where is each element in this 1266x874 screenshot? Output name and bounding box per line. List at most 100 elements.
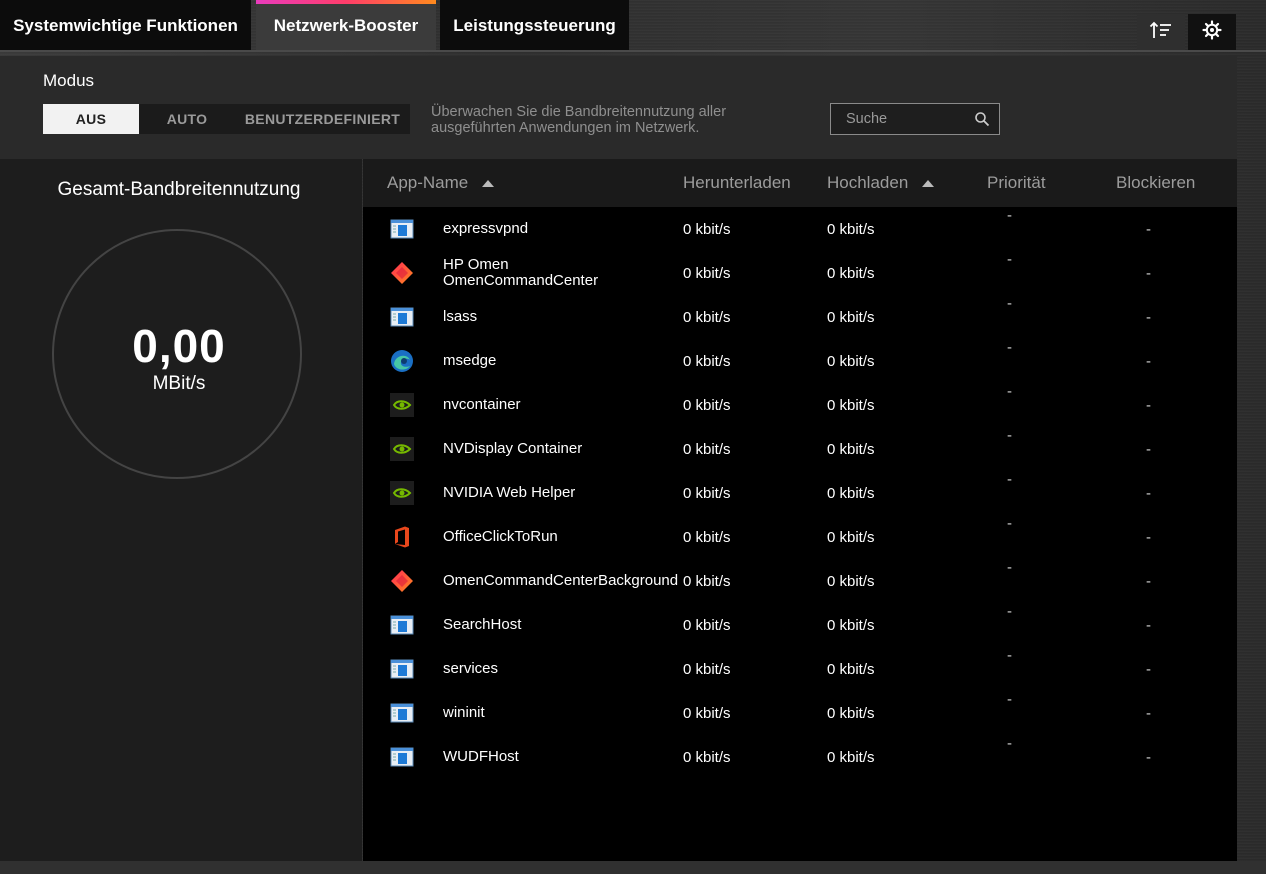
table-row[interactable]: expressvpnd 0 kbit/s 0 kbit/s - -	[363, 207, 1237, 251]
upload-cell: 0 kbit/s	[827, 397, 875, 414]
table-row[interactable]: SearchHost 0 kbit/s 0 kbit/s - -	[363, 603, 1237, 647]
block-cell[interactable]: -	[1146, 441, 1151, 458]
block-cell[interactable]: -	[1146, 661, 1151, 678]
block-cell[interactable]: -	[1146, 705, 1151, 722]
app-name-cell: msedge	[443, 352, 497, 369]
sort-button[interactable]	[1137, 14, 1185, 50]
generic-app-icon	[390, 613, 414, 637]
column-header-label: Blockieren	[1116, 173, 1196, 192]
block-cell[interactable]: -	[1146, 309, 1151, 326]
download-cell: 0 kbit/s	[683, 221, 731, 238]
block-cell[interactable]: -	[1146, 485, 1151, 502]
office-icon	[390, 525, 414, 549]
tab-systemwichtige-funktionen[interactable]: Systemwichtige Funktionen	[0, 0, 251, 52]
download-cell: 0 kbit/s	[683, 617, 731, 634]
mode-label: Modus	[43, 71, 95, 90]
download-cell: 0 kbit/s	[683, 485, 731, 502]
priority-cell[interactable]: -	[1007, 207, 1012, 224]
column-header-download[interactable]: Herunterladen	[683, 159, 793, 207]
block-cell[interactable]: -	[1146, 265, 1151, 282]
download-cell: 0 kbit/s	[683, 529, 731, 546]
table-row[interactable]: WUDFHost 0 kbit/s 0 kbit/s - -	[363, 735, 1237, 779]
settings-button[interactable]	[1188, 14, 1236, 50]
upload-cell: 0 kbit/s	[827, 265, 875, 282]
priority-cell[interactable]: -	[1007, 339, 1012, 356]
table-body: expressvpnd 0 kbit/s 0 kbit/s - - HP Omen Ome…	[363, 207, 1237, 779]
search-input[interactable]	[831, 104, 976, 134]
priority-cell[interactable]: -	[1007, 295, 1012, 312]
app-name-cell: wininit	[443, 704, 485, 721]
table-row[interactable]: services 0 kbit/s 0 kbit/s - -	[363, 647, 1237, 691]
block-cell[interactable]: -	[1146, 529, 1151, 546]
mode-auto-button[interactable]: AUTO	[139, 104, 235, 134]
download-cell: 0 kbit/s	[683, 397, 731, 414]
tab-label: Systemwichtige Funktionen	[13, 16, 238, 35]
table-row[interactable]: NVDisplay Container 0 kbit/s 0 kbit/s - -	[363, 427, 1237, 471]
table-row[interactable]: msedge 0 kbit/s 0 kbit/s - -	[363, 339, 1237, 383]
column-header-upload[interactable]: Hochladen	[827, 159, 935, 207]
tab-netzwerk-booster[interactable]: Netzwerk-Booster	[256, 0, 436, 52]
bandwidth-unit: MBit/s	[152, 373, 206, 394]
table-row[interactable]: NVIDIA Web Helper 0 kbit/s 0 kbit/s - -	[363, 471, 1237, 515]
bandwidth-panel: Gesamt-Bandbreitennutzung 0,00 MBit/s	[0, 159, 362, 861]
mode-aus-button[interactable]: AUS	[43, 104, 139, 134]
priority-cell[interactable]: -	[1007, 735, 1012, 752]
app-name-cell: NVIDIA Web Helper	[443, 484, 576, 501]
priority-cell[interactable]: -	[1007, 427, 1012, 444]
priority-cell[interactable]: -	[1007, 515, 1012, 532]
table-row[interactable]: OmenCommandCenterBackground 0 kbit/s 0 kbi…	[363, 559, 1237, 603]
table-row[interactable]: lsass 0 kbit/s 0 kbit/s - -	[363, 295, 1237, 339]
app-name-cell: OfficeClickToRun	[443, 528, 558, 545]
app-name-cell: HP Omen OmenCommandCenter	[443, 256, 599, 289]
nvidia-icon	[390, 437, 414, 461]
generic-app-icon	[390, 305, 414, 329]
upload-cell: 0 kbit/s	[827, 617, 875, 634]
block-cell[interactable]: -	[1146, 573, 1151, 590]
generic-app-icon	[390, 657, 414, 681]
block-cell[interactable]: -	[1146, 749, 1151, 766]
mode-panel: Modus AUS AUTO BENUTZERDEFINIERT Überwac…	[0, 56, 1237, 159]
block-cell[interactable]: -	[1146, 221, 1151, 238]
table-header: App-Name Herunterladen Hochladen Priorit…	[363, 159, 1237, 207]
block-cell[interactable]: -	[1146, 397, 1151, 414]
tab-label: Leistungssteuerung	[453, 16, 616, 35]
app-name-cell: OmenCommandCenterBackground	[443, 572, 679, 589]
priority-cell[interactable]: -	[1007, 383, 1012, 400]
app-name-cell: nvcontainer	[443, 396, 521, 413]
nvidia-icon	[390, 393, 414, 417]
table-row[interactable]: wininit 0 kbit/s 0 kbit/s - -	[363, 691, 1237, 735]
column-header-label: Hochladen	[827, 173, 909, 192]
generic-app-icon	[390, 745, 414, 769]
upload-cell: 0 kbit/s	[827, 529, 875, 546]
column-header-priority[interactable]: Priorität	[987, 159, 1046, 207]
priority-cell[interactable]: -	[1007, 559, 1012, 576]
table-row[interactable]: nvcontainer 0 kbit/s 0 kbit/s - -	[363, 383, 1237, 427]
generic-app-icon	[390, 701, 414, 725]
priority-cell[interactable]: -	[1007, 691, 1012, 708]
sort-ascending-icon	[922, 179, 935, 187]
app-name-cell: lsass	[443, 308, 478, 325]
column-header-label: Priorität	[987, 173, 1046, 192]
priority-cell[interactable]: -	[1007, 647, 1012, 664]
table-row[interactable]: HP Omen OmenCommandCenter 0 kbit/s 0 kbit/…	[363, 251, 1237, 295]
priority-cell[interactable]: -	[1007, 251, 1012, 268]
search-icon[interactable]	[974, 111, 990, 132]
column-header-block[interactable]: Blockieren	[1116, 159, 1195, 207]
priority-cell[interactable]: -	[1007, 603, 1012, 620]
nvidia-icon	[390, 481, 414, 505]
block-cell[interactable]: -	[1146, 617, 1151, 634]
block-cell[interactable]: -	[1146, 353, 1151, 370]
mode-custom-button[interactable]: BENUTZERDEFINIERT	[235, 104, 410, 134]
column-header-app-name[interactable]: App-Name	[387, 159, 495, 207]
app-table: App-Name Herunterladen Hochladen Priorit…	[363, 159, 1237, 861]
app-name-cell: expressvpnd	[443, 220, 529, 237]
priority-cell[interactable]: -	[1007, 471, 1012, 488]
tab-bar: Systemwichtige Funktionen Netzwerk-Boost…	[0, 0, 1266, 52]
tab-leistungssteuerung[interactable]: Leistungssteuerung	[440, 0, 629, 52]
upload-cell: 0 kbit/s	[827, 221, 875, 238]
table-row[interactable]: OfficeClickToRun 0 kbit/s 0 kbit/s - -	[363, 515, 1237, 559]
upload-cell: 0 kbit/s	[827, 353, 875, 370]
bottom-edge	[0, 861, 1266, 874]
upload-cell: 0 kbit/s	[827, 309, 875, 326]
upload-cell: 0 kbit/s	[827, 573, 875, 590]
